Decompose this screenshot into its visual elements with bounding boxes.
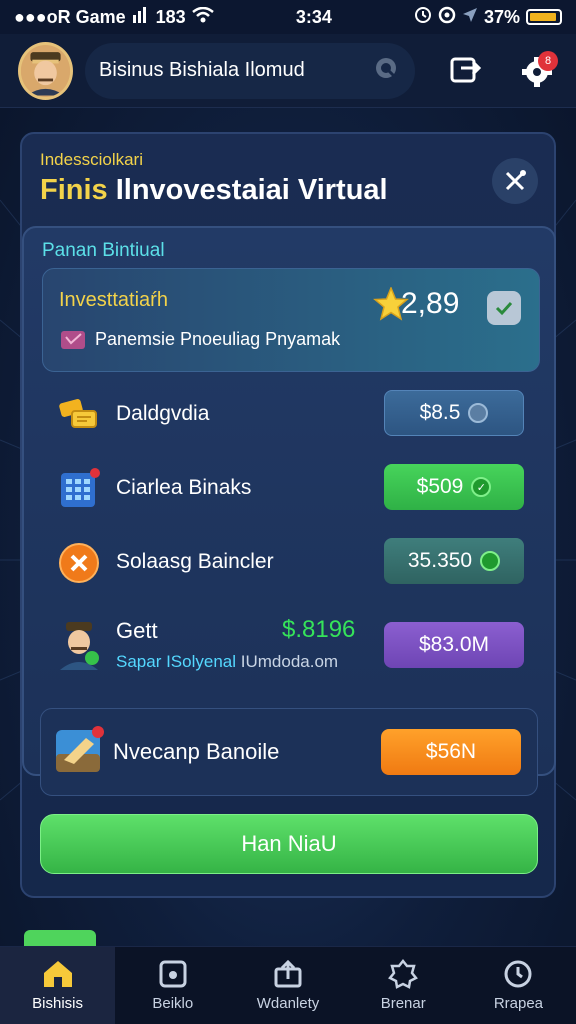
- account-pill[interactable]: Bisinus Bishiala Ilomud: [85, 42, 416, 99]
- nav-item-upload[interactable]: Wdanlety: [230, 947, 345, 1024]
- badge-icon: [388, 959, 419, 989]
- row-action-button[interactable]: $8.5: [384, 390, 524, 436]
- nav-label: Brenar: [380, 995, 426, 1012]
- row-button-label: $509: [416, 475, 464, 498]
- sync-icon: [438, 6, 456, 29]
- status-time: 3:34: [295, 6, 332, 27]
- bonus-button-label: $56N: [425, 740, 477, 763]
- signal-icon: [132, 6, 150, 28]
- carrier-label: ●●●oR Game: [14, 6, 126, 27]
- investment-title: Investtatiaŕh: [59, 289, 168, 311]
- bottom-nav: Bishisis Beiklo Wdanlety Brenar Rrapea: [0, 946, 576, 1024]
- bonus-label: Nvecanp Banoile: [113, 739, 280, 764]
- share-button[interactable]: [445, 49, 486, 93]
- list-item[interactable]: Solaasg Baincler 35.350: [42, 534, 540, 590]
- notification-badge: 8: [538, 50, 558, 71]
- row-action-button[interactable]: 35.350: [384, 538, 524, 584]
- gold-bars-icon: [56, 392, 102, 438]
- battery-icon: [526, 9, 562, 25]
- nav-label: Beiklo: [152, 995, 194, 1012]
- avatar[interactable]: [18, 41, 74, 100]
- nav-item-home[interactable]: Bishisis: [0, 947, 116, 1024]
- status-dot-icon: [468, 403, 489, 423]
- alarm-icon: [414, 6, 432, 29]
- upload-icon: [274, 959, 302, 988]
- account-name: Bisinus Bishiala Ilomud: [99, 59, 305, 81]
- list-item[interactable]: Ciarlea Binaks $509 ✓: [42, 460, 540, 516]
- calculator-icon: [56, 466, 102, 512]
- search-icon[interactable]: [373, 55, 399, 87]
- earnings-button-label: $83.0M: [418, 633, 490, 656]
- portfolio-label: Panan Bintiual: [42, 240, 165, 261]
- status-bar: ●●●oR Game 183 3:34 37%: [0, 0, 576, 34]
- nav-label: Rrapea: [493, 995, 544, 1012]
- nav-label: Wdanlety: [256, 995, 320, 1012]
- main-panel: Indessciolkari Finis Ilnvovestaiai Virtu…: [20, 132, 556, 898]
- row-button-label: 35.350: [407, 549, 473, 572]
- check-circle-icon: ✓: [471, 477, 492, 497]
- bonus-button[interactable]: $56N: [381, 729, 521, 775]
- status-dot-icon: [480, 551, 501, 571]
- earnings-row[interactable]: Gett $.8196 Sapar ISolyenal IUmdoda.om $…: [42, 608, 540, 690]
- nav-item-clock[interactable]: Rrapea: [461, 947, 576, 1024]
- wallet-icon: [159, 960, 187, 988]
- row-label: Solaasg Baincler: [116, 550, 274, 573]
- title-accent: Finis: [40, 174, 108, 206]
- earnings-sub-highlight: Sapar ISolyenal: [116, 652, 237, 671]
- app-header: Bisinus Bishiala Ilomud 8: [0, 34, 576, 108]
- nav-label: Bishisis: [32, 995, 84, 1012]
- earnings-sub-rest: IUmdoda.om: [236, 652, 339, 671]
- row-action-button[interactable]: $509 ✓: [384, 464, 524, 510]
- page-title: Finis Ilnvovestaiai Virtual: [40, 174, 388, 207]
- battery-percent: 37%: [483, 6, 520, 27]
- nav-item-wallet[interactable]: Beiklo: [115, 947, 230, 1024]
- share-icon: [450, 57, 481, 82]
- wifi-icon: [191, 6, 214, 28]
- bonus-card[interactable]: Nvecanp Banoile $56N: [40, 708, 538, 796]
- cancel-circle-icon: [56, 540, 102, 586]
- row-button-label: $8.5: [419, 401, 461, 424]
- row-label: Ciarlea Binaks: [116, 476, 252, 499]
- row-label: Daldgvdia: [116, 402, 210, 425]
- check-icon: [495, 301, 513, 316]
- list-item[interactable]: Daldgvdia $8.5: [42, 386, 540, 442]
- partial-element: [24, 930, 96, 946]
- earnings-label: Gett: [116, 618, 158, 643]
- confirm-check-button[interactable]: [487, 291, 521, 325]
- user-portrait-icon: [21, 45, 71, 96]
- portfolio-card: Panan Bintiual Investtatiaŕh 2,89 Panems…: [22, 226, 556, 776]
- primary-action-button[interactable]: Han NiaU: [40, 814, 538, 874]
- status-time-left: 183: [155, 6, 186, 27]
- investment-value: 2,89: [401, 287, 460, 320]
- earnings-amount: $.8196: [282, 616, 356, 643]
- nav-item-badge[interactable]: Brenar: [346, 947, 461, 1024]
- basket-icon: [59, 325, 87, 356]
- settings-button[interactable]: 8: [517, 49, 558, 93]
- investment-summary[interactable]: Investtatiaŕh 2,89 Panemsie Pnoeuliag Pn…: [42, 268, 540, 372]
- tools-button[interactable]: [492, 158, 538, 204]
- user-avatar-icon: [56, 622, 102, 670]
- earnings-button[interactable]: $83.0M: [384, 622, 524, 668]
- earnings-subtext: Sapar ISolyenal IUmdoda.om: [116, 652, 338, 672]
- panel-subtitle: Indessciolkari: [40, 150, 143, 169]
- title-rest: Ilnvovestaiai Virtual: [107, 174, 388, 206]
- clock-icon: [504, 960, 532, 988]
- home-icon: [43, 961, 72, 987]
- investment-description: Panemsie Pnoeuliag Pnyamak: [95, 329, 341, 349]
- tools-icon: [505, 170, 526, 191]
- bonus-image-icon: [55, 725, 105, 775]
- location-icon: [462, 7, 478, 28]
